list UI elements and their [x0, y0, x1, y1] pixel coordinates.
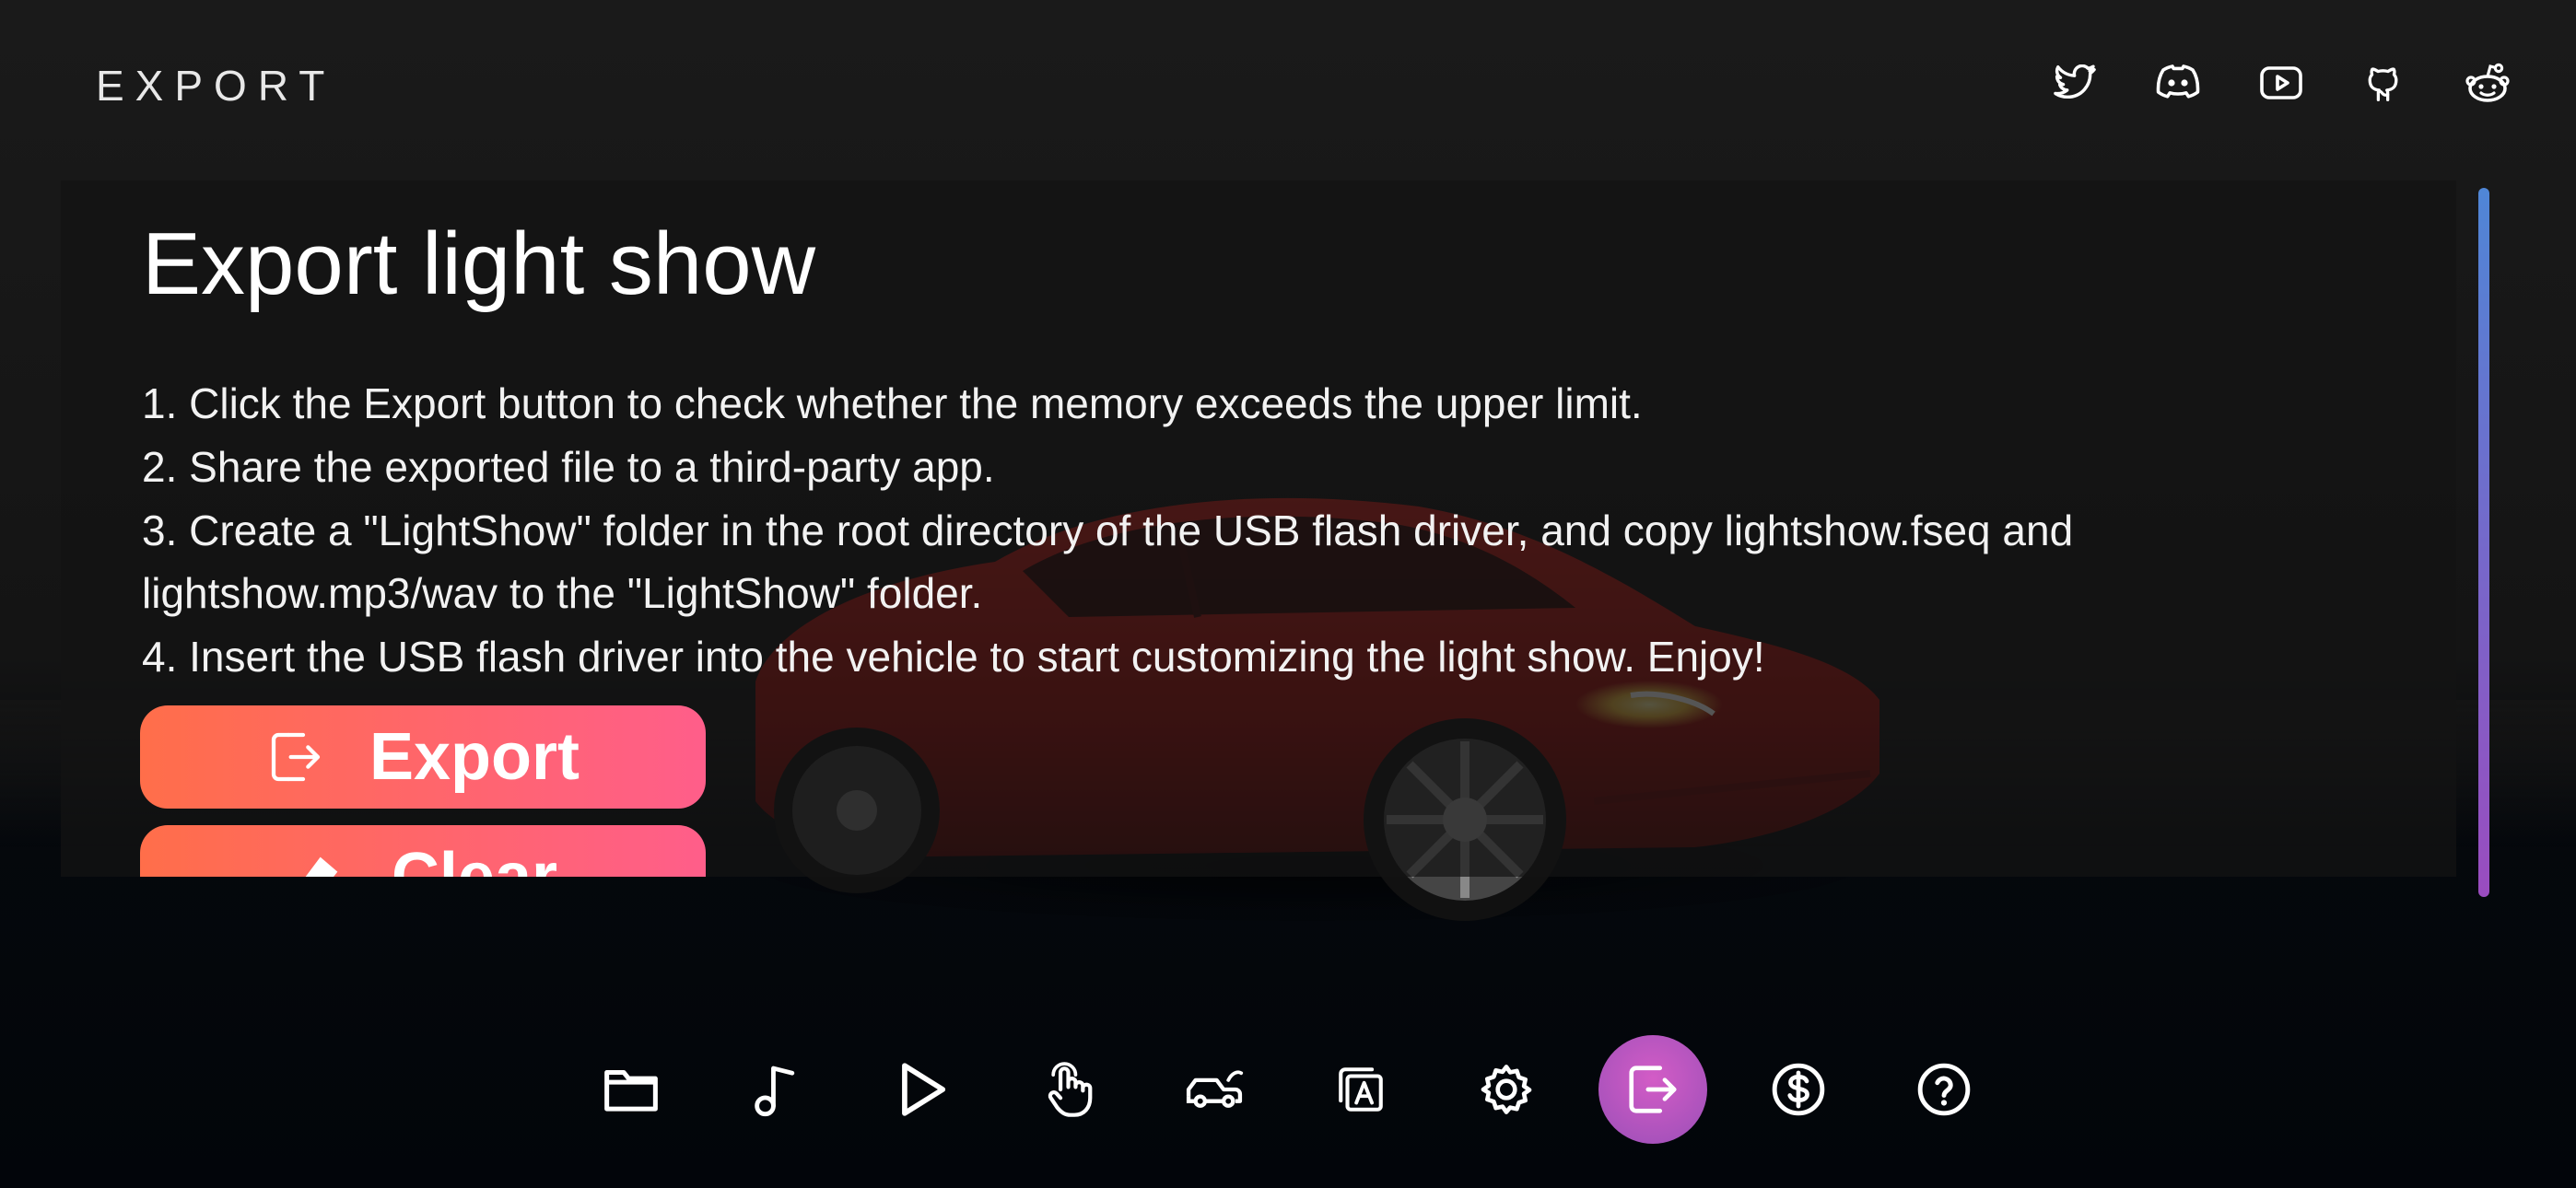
export-button-label: Export — [369, 720, 580, 794]
step-2: 2. Share the exported file to a third-pa… — [142, 443, 995, 491]
twitter-link[interactable] — [2049, 57, 2101, 109]
step-4: 4. Insert the USB flash driver into the … — [142, 633, 1765, 681]
export-panel: Export light show 1. Click the Export bu… — [61, 181, 2456, 877]
help-icon — [1917, 1063, 1971, 1116]
car-icon — [1186, 1070, 1244, 1108]
clear-button-label: Clear — [391, 840, 558, 877]
twitter-icon — [2054, 64, 2096, 99]
export-button[interactable]: Export — [140, 705, 706, 809]
text-layers-icon — [1339, 1067, 1383, 1112]
gear-icon — [1481, 1065, 1532, 1114]
step-3: 3. Create a "LightShow" folder in the ro… — [142, 507, 2074, 554]
touch-icon — [1048, 1062, 1093, 1117]
toolbar-help-button[interactable] — [1890, 1035, 1998, 1144]
export-icon — [271, 732, 321, 782]
dollar-icon — [1772, 1063, 1825, 1116]
toolbar-export-button[interactable] — [1598, 1035, 1707, 1144]
toolbar-music-button[interactable] — [721, 1035, 830, 1144]
discord-link[interactable] — [2152, 57, 2204, 109]
github-icon — [2368, 67, 2398, 101]
toolbar-play-button[interactable] — [867, 1035, 976, 1144]
play-icon — [902, 1063, 946, 1116]
toolbar-settings-button[interactable] — [1452, 1035, 1561, 1144]
music-note-icon — [755, 1066, 795, 1117]
page-title: EXPORT — [96, 62, 336, 110]
discord-icon — [2156, 64, 2200, 99]
folder-icon — [604, 1070, 658, 1112]
youtube-link[interactable] — [2255, 57, 2307, 109]
reddit-icon — [2465, 63, 2510, 102]
panel-title: Export light show — [142, 215, 816, 313]
github-link[interactable] — [2359, 57, 2410, 109]
clear-button[interactable]: Clear — [140, 825, 706, 877]
toolbar-lyrics-button[interactable] — [1306, 1035, 1415, 1144]
step-3-continued: lightshow.mp3/wav to the "LightShow" fol… — [142, 569, 983, 617]
toolbar-touch-button[interactable] — [1013, 1035, 1122, 1144]
youtube-icon — [2260, 66, 2302, 99]
app-stage: EXPORT Export light show 1. Click the Ex… — [0, 0, 2576, 1188]
step-1: 1. Click the Export button to check whet… — [142, 379, 1643, 427]
export-icon — [1629, 1066, 1677, 1113]
toolbar-files-button[interactable] — [577, 1035, 685, 1144]
toolbar-donate-button[interactable] — [1744, 1035, 1853, 1144]
toolbar-vehicle-button[interactable] — [1160, 1035, 1269, 1144]
scrollbar[interactable] — [2478, 188, 2489, 897]
reddit-link[interactable] — [2462, 57, 2513, 109]
eraser-icon — [305, 856, 338, 877]
